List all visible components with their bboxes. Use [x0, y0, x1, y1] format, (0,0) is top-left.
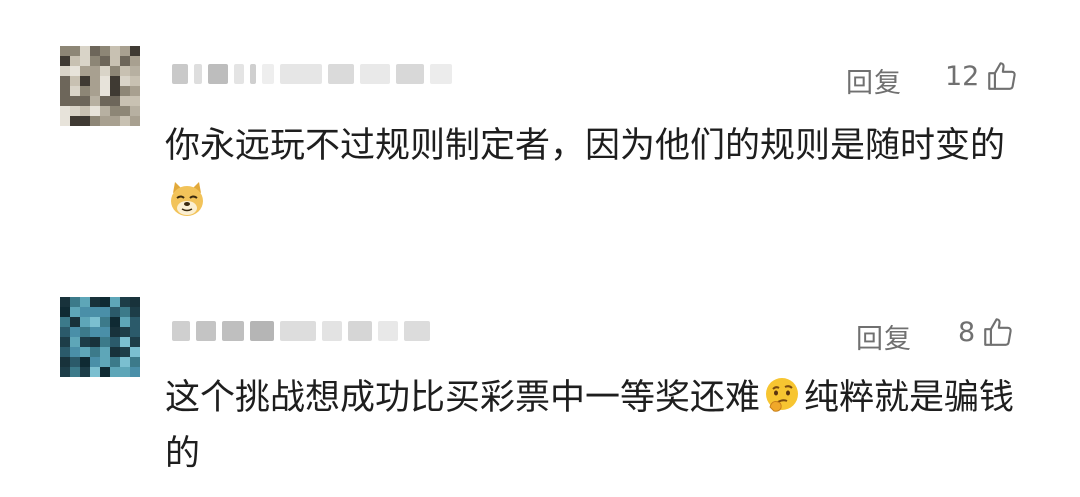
like-button[interactable]: 12 [945, 59, 1019, 93]
comment-content: 你永远玩不过规则制定者，因为他们的规则是随时变的 [165, 118, 1025, 230]
reply-button[interactable]: 回复 [846, 61, 902, 100]
like-count: 12 [945, 60, 980, 92]
like-button[interactable]: 8 [958, 315, 1015, 349]
like-count: 8 [958, 316, 976, 348]
comment-content: 这个挑战想成功比买彩票中一等奖还难 纯粹就是骗钱的 [165, 370, 1025, 482]
avatar[interactable] [60, 46, 140, 126]
username-blurred[interactable] [172, 58, 452, 90]
comment-item: 回复 8 这个挑战想成功比买彩票中一等奖还难 纯粹就是骗钱的 [0, 260, 1080, 497]
thinking-emoji-icon [762, 375, 802, 415]
comment-text: 你永远玩不过规则制定者，因为他们的规则是随时变的 [165, 126, 1006, 166]
thumbs-up-icon[interactable] [981, 315, 1015, 349]
comment-text: 这个挑战想成功比买彩票中一等奖还难 [165, 378, 761, 418]
comment-item: 回复 12 你永远玩不过规则制定者，因为他们的规则是随时变的 [0, 0, 1080, 260]
avatar[interactable] [60, 297, 140, 377]
doge-emoji-icon [167, 179, 207, 219]
thumbs-up-icon[interactable] [985, 59, 1019, 93]
reply-button[interactable]: 回复 [856, 317, 912, 356]
username-blurred[interactable] [172, 315, 430, 347]
